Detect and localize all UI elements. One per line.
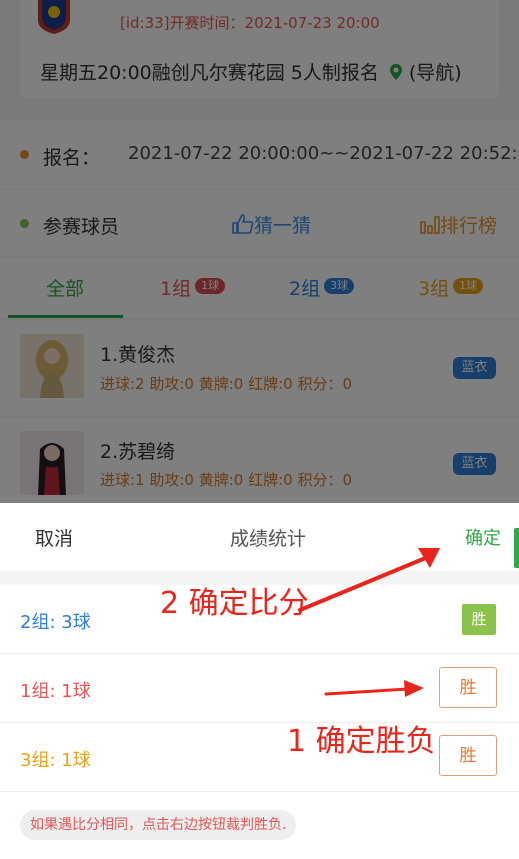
result-label: 3组: 1球 xyxy=(20,750,91,771)
confirm-button[interactable]: 确定 xyxy=(465,524,501,550)
win-button[interactable]: 胜 xyxy=(439,735,497,776)
cancel-button[interactable]: 取消 xyxy=(35,524,73,551)
sheet-title: 成绩统计 xyxy=(230,528,307,550)
tie-hint: 如果遇比分相同，点击右边按钮裁判胜负. xyxy=(20,810,297,840)
result-label: 1组: 1球 xyxy=(20,681,91,702)
win-button-selected[interactable]: 胜 xyxy=(462,604,496,635)
annotation-step-2: 2 确定比分 xyxy=(160,586,309,621)
side-edge-tab xyxy=(514,528,519,568)
win-button[interactable]: 胜 xyxy=(439,667,497,708)
annotation-step-1: 1 确定胜负 xyxy=(287,724,436,759)
result-label: 2组: 3球 xyxy=(20,612,91,633)
modal-overlay[interactable] xyxy=(0,0,519,503)
